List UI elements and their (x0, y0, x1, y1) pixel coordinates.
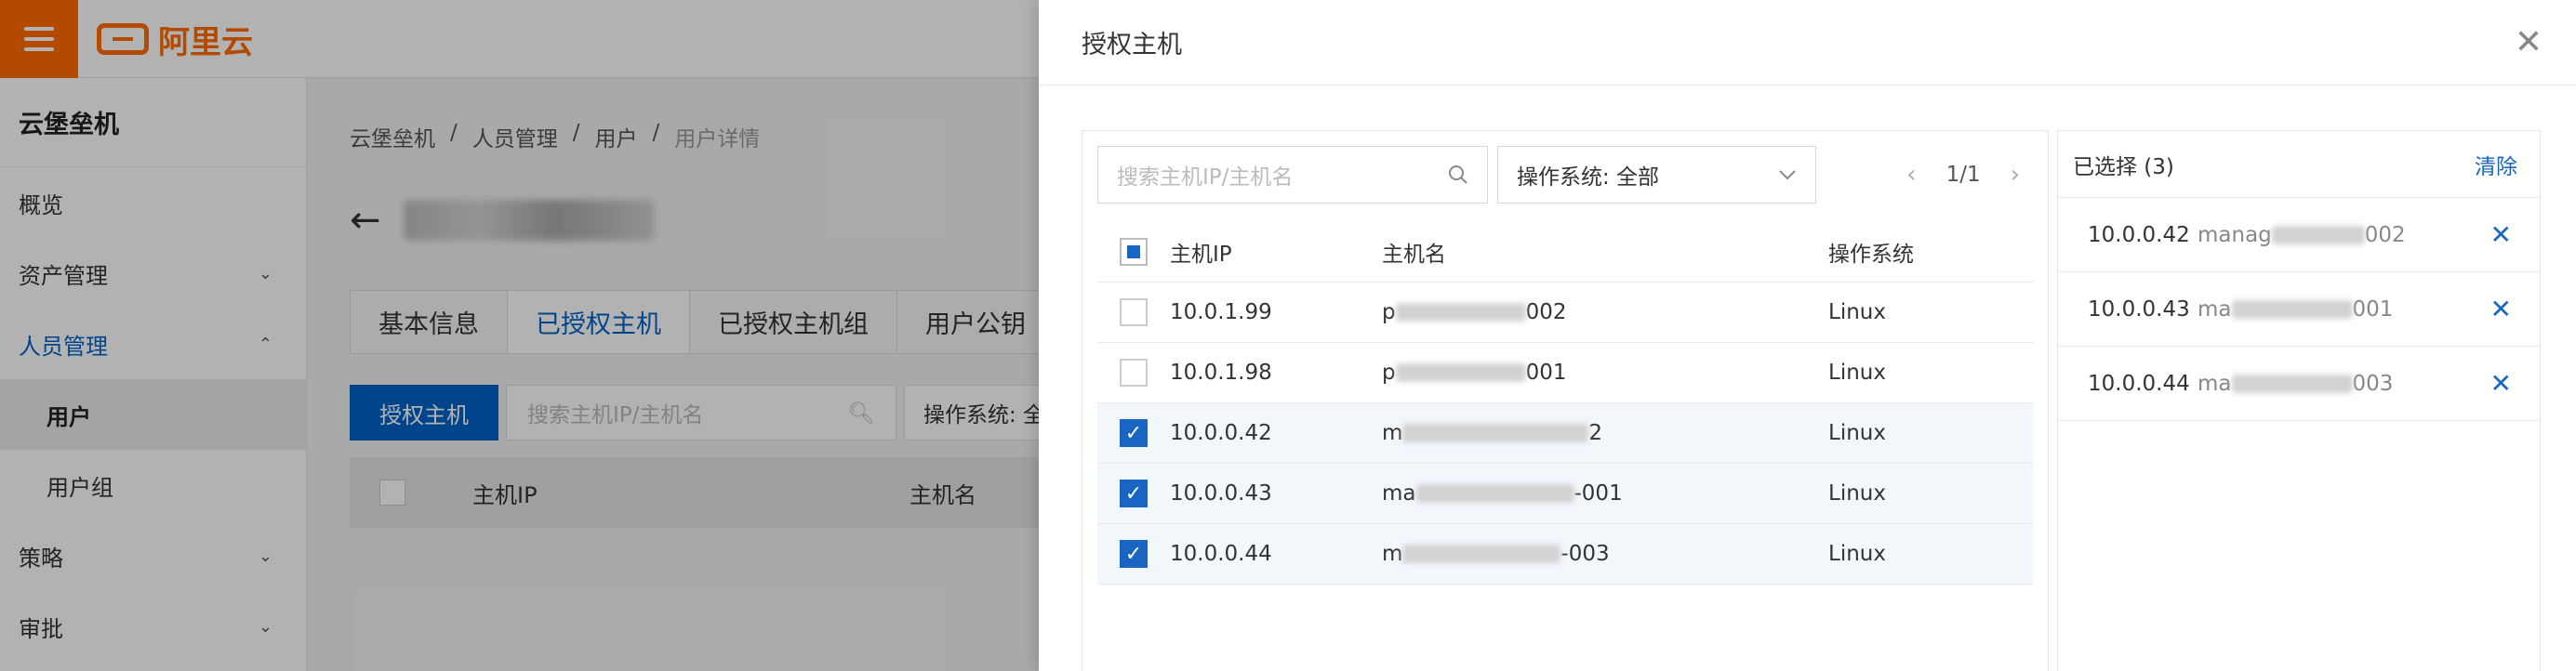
authorize-hosts-drawer: 授权主机 ✕ 搜索主机IP/主机名 操作系统: 全部 ‹ 1/1 › 主机IP … (1039, 0, 2576, 671)
host-ip: 10.0.0.44 (1170, 542, 1272, 566)
host-os: Linux (1828, 300, 1886, 324)
host-name-visible-prefix: ma (2198, 371, 2232, 396)
redacted-text (1395, 363, 1526, 382)
selected-host-item: 10.0.0.42 manag 002 ✕ (2058, 198, 2540, 272)
search-placeholder: 搜索主机IP/主机名 (1117, 165, 1294, 190)
host-name-visible-suffix: 001 (1525, 361, 1567, 385)
drawer-header: 授权主机 ✕ (1039, 0, 2576, 86)
host-name: ma -001 (1382, 481, 1828, 506)
table-row[interactable]: 10.0.1.98 p 001 Linux (1097, 343, 2033, 403)
redacted-text (1395, 303, 1526, 322)
prev-page-icon[interactable]: ‹ (1906, 161, 1916, 189)
host-name-visible-prefix: manag (2198, 222, 2272, 247)
table-row[interactable]: ✓ 10.0.0.43 ma -001 Linux (1097, 464, 2033, 524)
host-name-visible-prefix: p (1382, 300, 1396, 324)
row-checkbox[interactable] (1120, 359, 1148, 387)
host-name-visible-prefix: p (1382, 361, 1396, 385)
selected-host-item: 10.0.0.43 ma 001 ✕ (2058, 272, 2540, 347)
host-os: Linux (1828, 481, 1886, 506)
column-header-os: 操作系统 (1828, 243, 1914, 267)
host-ip: 10.0.0.43 (1170, 481, 1272, 506)
host-ip: 10.0.1.99 (1170, 300, 1272, 324)
selected-count: 已选择 (3) (2073, 154, 2174, 179)
host-name: p 001 (1382, 361, 1828, 385)
column-header-name: 主机名 (1382, 243, 1446, 267)
drawer-title: 授权主机 (1082, 31, 1182, 59)
selected-host-ip: 10.0.0.43 (2088, 296, 2190, 322)
host-table: 主机IP 主机名 操作系统 10.0.1.99 p 002 Linux 10.0… (1097, 222, 2033, 585)
redacted-text (1402, 424, 1589, 442)
os-filter-select[interactable]: 操作系统: 全部 (1497, 146, 1816, 204)
remove-icon[interactable]: ✕ (2490, 219, 2512, 250)
selected-header: 已选择 (3) 清除 (2058, 131, 2540, 198)
host-name-visible-suffix: 2 (1588, 421, 1603, 445)
next-page-icon[interactable]: › (2011, 161, 2020, 189)
host-name-visible-suffix: -003 (1560, 542, 1610, 566)
host-os: Linux (1828, 421, 1886, 445)
host-name-visible-suffix: 002 (2364, 222, 2406, 247)
column-header-ip: 主机IP (1170, 243, 1232, 267)
redacted-text (2231, 299, 2353, 319)
row-checkbox[interactable] (1120, 298, 1148, 326)
host-name-visible-prefix: ma (1382, 481, 1416, 506)
select-all-checkbox[interactable] (1120, 238, 1148, 266)
pagination: ‹ 1/1 › (1906, 161, 2033, 189)
host-name-visible-suffix: 002 (1525, 300, 1567, 324)
selected-host-ip: 10.0.0.42 (2088, 222, 2190, 247)
redacted-text (1415, 484, 1574, 503)
redacted-text (2231, 374, 2353, 393)
host-name-visible-prefix: m (1382, 542, 1403, 566)
row-checkbox-checked[interactable]: ✓ (1120, 540, 1148, 568)
host-list-panel: 搜索主机IP/主机名 操作系统: 全部 ‹ 1/1 › 主机IP 主机名 操作系… (1082, 130, 2049, 671)
host-name-visible-suffix: -001 (1573, 481, 1623, 506)
host-ip: 10.0.0.42 (1170, 421, 1272, 445)
selected-host-name: ma 003 (2198, 372, 2490, 396)
host-name-visible-prefix: m (1382, 421, 1403, 445)
row-checkbox-checked[interactable]: ✓ (1120, 419, 1148, 447)
table-row[interactable]: ✓ 10.0.0.44 m -003 Linux (1097, 524, 2033, 585)
host-name: m -003 (1382, 542, 1828, 566)
selected-host-ip: 10.0.0.44 (2088, 371, 2190, 396)
selected-host-item: 10.0.0.44 ma 003 ✕ (2058, 347, 2540, 421)
table-row[interactable]: ✓ 10.0.0.42 m 2 Linux (1097, 403, 2033, 464)
page-indicator: 1/1 (1945, 163, 1981, 187)
selected-hosts-panel: 已选择 (3) 清除 10.0.0.42 manag 002 ✕ 10.0.0.… (2057, 130, 2541, 671)
chevron-down-icon (1779, 170, 1796, 180)
host-search-input[interactable]: 搜索主机IP/主机名 (1097, 146, 1488, 204)
host-os: Linux (1828, 542, 1886, 566)
host-ip: 10.0.1.98 (1170, 361, 1272, 385)
host-name-visible-suffix: 001 (2352, 296, 2394, 322)
redacted-text (2271, 225, 2365, 244)
host-os: Linux (1828, 361, 1886, 385)
clear-selection-link[interactable]: 清除 (2475, 149, 2517, 180)
host-name-visible-suffix: 003 (2352, 371, 2394, 396)
remove-icon[interactable]: ✕ (2490, 368, 2512, 399)
row-checkbox-checked[interactable]: ✓ (1120, 480, 1148, 507)
selected-host-name: manag 002 (2198, 223, 2490, 247)
host-list-toolbar: 搜索主机IP/主机名 操作系统: 全部 ‹ 1/1 › (1097, 146, 2033, 204)
redacted-text (1402, 545, 1561, 563)
remove-icon[interactable]: ✕ (2490, 294, 2512, 324)
host-name: m 2 (1382, 421, 1828, 445)
close-icon[interactable]: ✕ (2515, 25, 2543, 59)
search-icon (1449, 165, 1467, 184)
host-name: p 002 (1382, 300, 1828, 324)
table-header-row: 主机IP 主机名 操作系统 (1097, 222, 2033, 283)
selected-host-name: ma 001 (2198, 297, 2490, 322)
table-row[interactable]: 10.0.1.99 p 002 Linux (1097, 283, 2033, 343)
host-name-visible-prefix: ma (2198, 296, 2232, 322)
os-filter-value: 操作系统: 全部 (1517, 165, 1660, 190)
